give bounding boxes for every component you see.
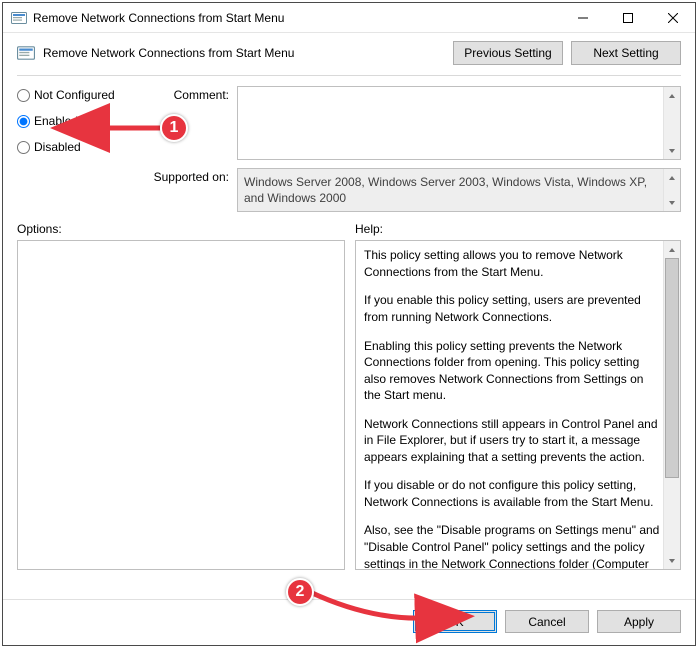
help-content: This policy setting allows you to remove… — [356, 241, 663, 569]
scroll-up-icon[interactable] — [664, 87, 680, 104]
supported-on-box: Windows Server 2008, Windows Server 2003… — [237, 168, 681, 212]
next-setting-button[interactable]: Next Setting — [571, 41, 681, 65]
panes: This policy setting allows you to remove… — [3, 240, 695, 591]
window-title: Remove Network Connections from Start Me… — [33, 11, 560, 25]
radio-not-configured[interactable]: Not Configured — [17, 88, 137, 102]
maximize-button[interactable] — [605, 3, 650, 32]
cancel-button[interactable]: Cancel — [505, 610, 589, 633]
pane-labels: Options: Help: — [3, 212, 695, 240]
radio-enabled[interactable]: Enabled — [17, 114, 137, 128]
scrollbar[interactable] — [663, 241, 680, 569]
scrollbar[interactable] — [663, 87, 680, 159]
policy-icon — [11, 10, 27, 26]
window-controls — [560, 3, 695, 32]
help-paragraph: Network Connections still appears in Con… — [364, 416, 660, 466]
scroll-down-icon[interactable] — [664, 142, 680, 159]
radio-disabled-label: Disabled — [34, 140, 81, 154]
options-content — [18, 241, 344, 569]
state-radios: Not Configured Enabled Disabled — [17, 86, 137, 212]
minimize-button[interactable] — [560, 3, 605, 32]
policy-icon — [17, 44, 35, 62]
policy-name-label: Remove Network Connections from Start Me… — [43, 46, 453, 60]
scroll-up-icon[interactable] — [664, 169, 680, 186]
scroll-up-icon[interactable] — [664, 241, 680, 258]
radio-disabled[interactable]: Disabled — [17, 140, 137, 154]
scrollbar[interactable] — [663, 169, 680, 211]
help-label: Help: — [355, 222, 383, 236]
scroll-down-icon[interactable] — [664, 552, 680, 569]
config-area: Not Configured Enabled Disabled Comment: — [3, 82, 695, 212]
supported-on-label: Supported on: — [147, 168, 229, 184]
help-paragraph: Also, see the "Disable programs on Setti… — [364, 522, 660, 569]
help-paragraph: If you enable this policy setting, users… — [364, 292, 660, 325]
dialog-window: Remove Network Connections from Start Me… — [2, 2, 696, 646]
comment-box — [237, 86, 681, 160]
radio-enabled-input[interactable] — [17, 115, 30, 128]
dialog-buttons: OK Cancel Apply — [3, 599, 695, 645]
apply-button[interactable]: Apply — [597, 610, 681, 633]
help-paragraph: If you disable or do not configure this … — [364, 477, 660, 510]
previous-setting-button[interactable]: Previous Setting — [453, 41, 563, 65]
radio-disabled-input[interactable] — [17, 141, 30, 154]
options-label: Options: — [17, 222, 345, 236]
help-pane: This policy setting allows you to remove… — [355, 240, 681, 570]
scroll-down-icon[interactable] — [664, 194, 680, 211]
divider — [17, 75, 681, 76]
toolbar: Remove Network Connections from Start Me… — [3, 33, 695, 71]
supported-on-text: Windows Server 2008, Windows Server 2003… — [238, 169, 663, 211]
help-paragraph: Enabling this policy setting prevents th… — [364, 338, 660, 404]
scrollbar-thumb[interactable] — [665, 258, 679, 478]
help-paragraph: This policy setting allows you to remove… — [364, 247, 660, 280]
close-button[interactable] — [650, 3, 695, 32]
ok-button[interactable]: OK — [413, 610, 497, 633]
radio-not-configured-input[interactable] — [17, 89, 30, 102]
comment-label: Comment: — [147, 86, 229, 102]
titlebar: Remove Network Connections from Start Me… — [3, 3, 695, 33]
comment-textarea[interactable] — [238, 87, 663, 159]
radio-enabled-label: Enabled — [34, 114, 78, 128]
radio-not-configured-label: Not Configured — [34, 88, 115, 102]
options-pane — [17, 240, 345, 570]
